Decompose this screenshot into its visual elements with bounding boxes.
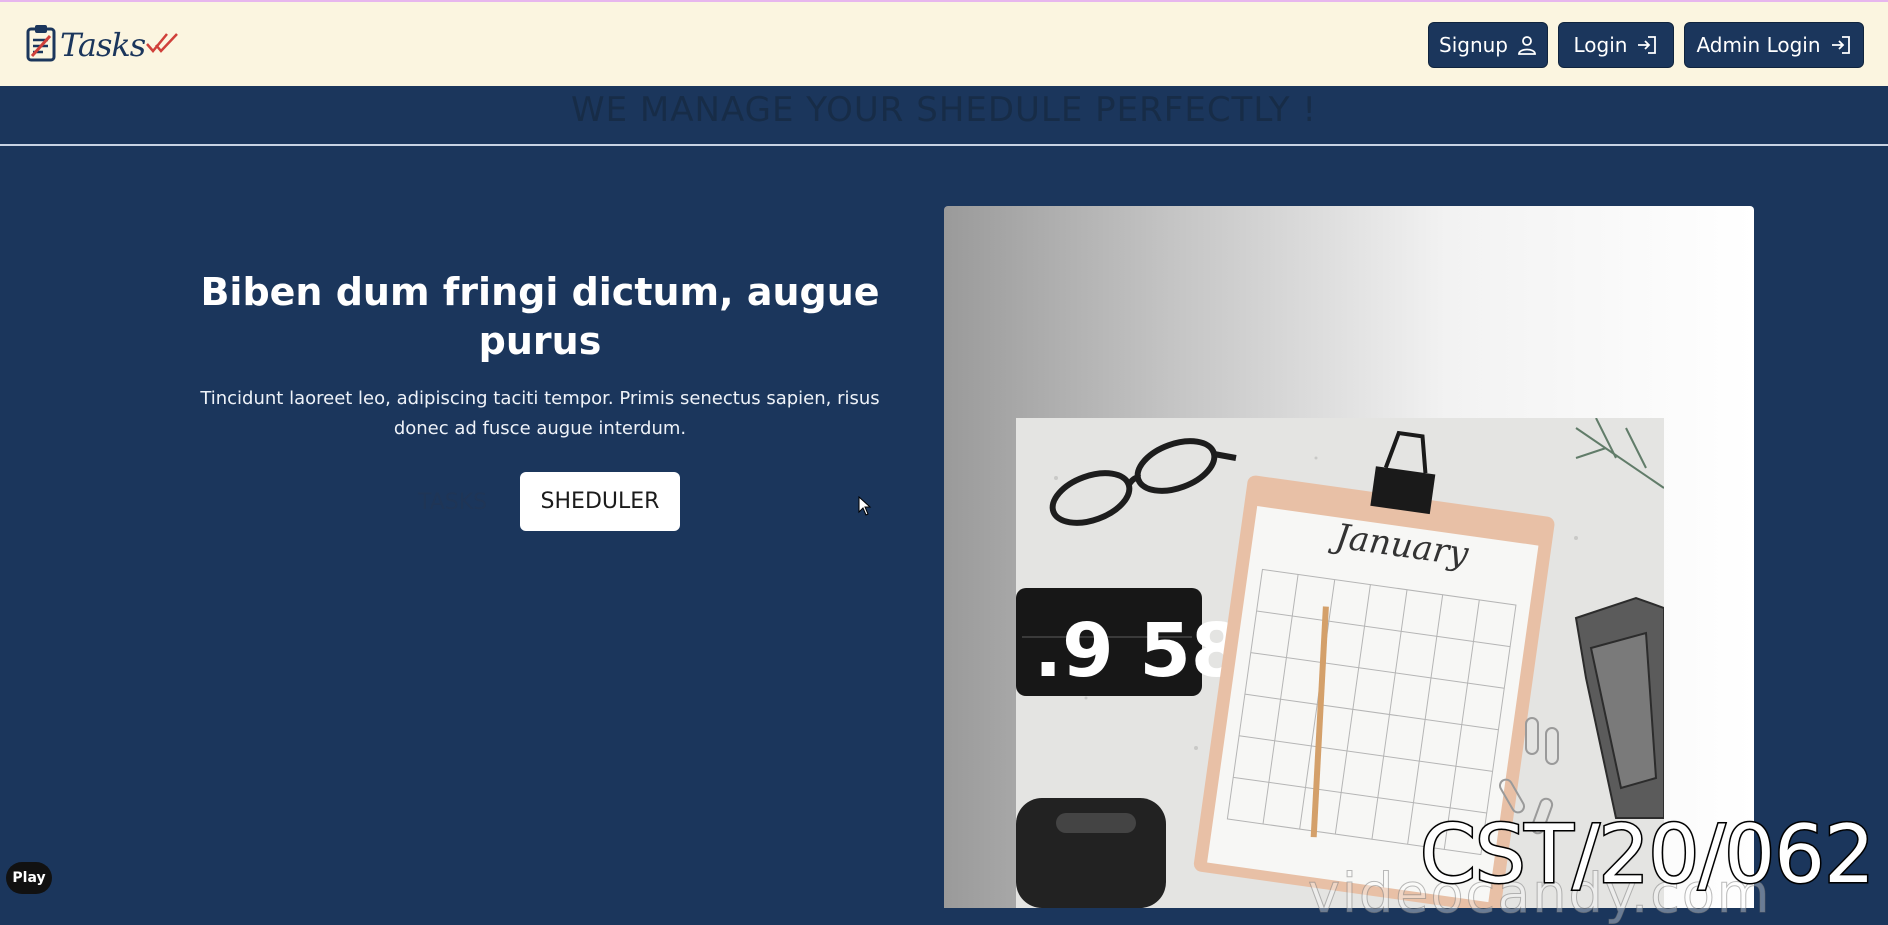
- clipboard-icon: [26, 24, 56, 67]
- divider: [0, 144, 1888, 146]
- sign-in-icon: [1636, 35, 1658, 55]
- banner-heading: WE MANAGE YOUR SHEDULE PERFECTLY !: [571, 90, 1317, 130]
- signup-button[interactable]: Signup: [1428, 22, 1548, 68]
- double-check-icon: [145, 30, 179, 61]
- signup-label: Signup: [1439, 33, 1508, 57]
- hero-title: Biben dum fringi dictum, augue purus: [200, 270, 880, 363]
- navbar: Tasks Signup Login Admin Login: [0, 0, 1888, 86]
- tab-tasks[interactable]: TASKS: [418, 490, 487, 515]
- brand-name: Tasks: [60, 26, 146, 64]
- hero-subtitle: Tincidunt laoreet leo, adipiscing taciti…: [200, 388, 880, 439]
- brand-logo[interactable]: Tasks: [26, 24, 179, 66]
- hero-image-panel: .9 58 January: [944, 206, 1754, 908]
- admin-login-label: Admin Login: [1696, 33, 1821, 57]
- user-icon: [1517, 35, 1537, 55]
- watermark-code: CST/20/062: [1419, 807, 1877, 903]
- login-button[interactable]: Login: [1558, 22, 1674, 68]
- login-label: Login: [1573, 33, 1628, 57]
- sign-in-icon: [1830, 35, 1852, 55]
- admin-login-button[interactable]: Admin Login: [1684, 22, 1864, 68]
- sheduler-button[interactable]: SHEDULER: [520, 472, 680, 531]
- play-button[interactable]: Play: [6, 862, 52, 894]
- mouse-cursor-icon: [858, 495, 872, 521]
- clock-digits: .9 58: [1034, 608, 1242, 694]
